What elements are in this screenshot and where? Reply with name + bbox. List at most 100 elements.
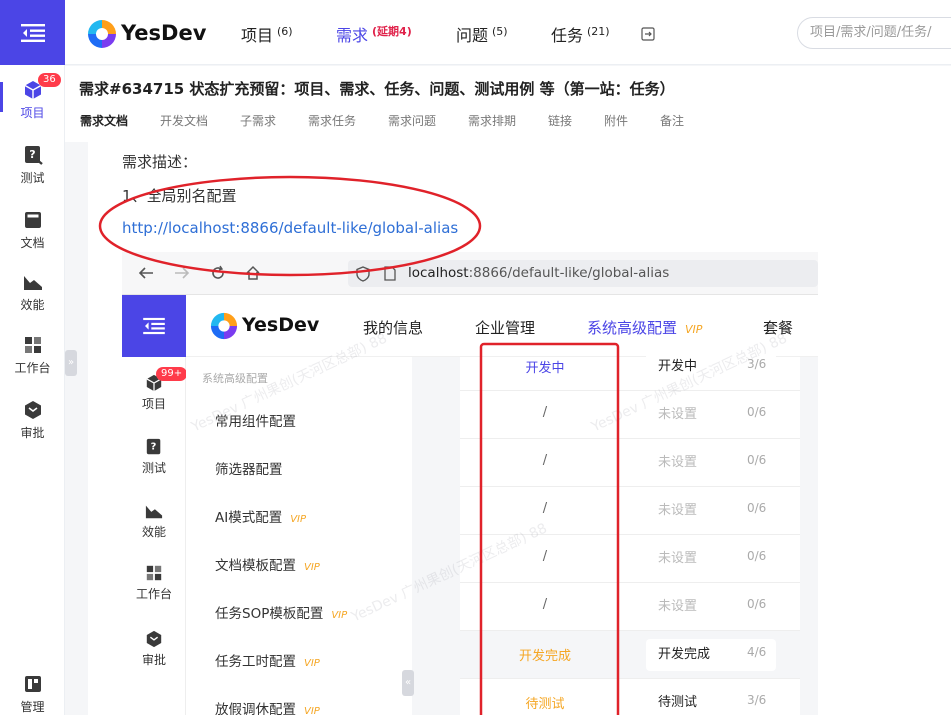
approve-icon: [146, 630, 162, 648]
url-host: localhost: [408, 265, 469, 281]
embedded-brand-name: YesDev: [242, 314, 320, 336]
sidebar-item-label: 工作台: [14, 361, 51, 375]
export-icon[interactable]: [641, 27, 655, 41]
tab-sub-requirement[interactable]: 子需求: [240, 112, 276, 129]
nav-count: (21): [587, 25, 610, 38]
sidebar-item-label: 文档: [20, 236, 45, 250]
sidebar-item-manage[interactable]: 管理: [0, 674, 65, 715]
chart-icon: [23, 276, 42, 290]
sidebar-item-document[interactable]: 文档: [0, 210, 65, 251]
svg-text:?: ?: [151, 442, 157, 453]
nav-label: 项目: [241, 26, 274, 45]
approve-icon: [24, 401, 41, 419]
embedded-nav-enterprise: 企业管理: [475, 319, 536, 337]
sidebar-item-test[interactable]: ? 测试: [0, 145, 65, 186]
nav-count: (延期4): [372, 25, 412, 38]
embedded-sidebar-item-project: 99+ 项目: [122, 367, 188, 412]
menu-item-label: 任务SOP模板配置: [215, 606, 324, 622]
tab-requirement-doc[interactable]: 需求文档: [80, 112, 128, 129]
nav-label: 问题: [456, 26, 489, 45]
doc-item-1: 1、全局别名配置: [122, 187, 237, 205]
table-row: / 未设置 0/6: [460, 487, 800, 535]
brand-name: YesDev: [121, 21, 207, 45]
tab-notes[interactable]: 备注: [660, 112, 684, 129]
menu-item: AI模式配置 VIP: [215, 506, 306, 526]
menu-toggle-button[interactable]: [0, 0, 65, 65]
menu-item-label: 放假调休配置: [215, 702, 296, 715]
nav-task[interactable]: 任务 (21): [551, 22, 610, 46]
chevron-right-icon: »: [67, 357, 75, 368]
tab-dev-doc[interactable]: 开发文档: [160, 112, 208, 129]
vip-badge: VIP: [304, 562, 320, 573]
menu-item: 任务SOP模板配置 VIP: [215, 602, 347, 622]
tab-requirement-task[interactable]: 需求任务: [308, 112, 356, 129]
embedded-sidebar-label: 效能: [141, 525, 166, 539]
tab-attachments[interactable]: 附件: [604, 112, 628, 129]
table-row: / 未设置 0/6: [460, 439, 800, 487]
doc-link[interactable]: http://localhost:8866/default-like/globa…: [122, 219, 458, 237]
nav-issue[interactable]: 问题 (5): [456, 22, 508, 46]
alias-count: 0/6: [747, 597, 767, 611]
embedded-sidebar-item-workbench: 工作台: [122, 564, 186, 602]
nav-requirement[interactable]: 需求 (延期4): [336, 22, 412, 46]
sidebar-item-workbench[interactable]: 工作台: [0, 335, 65, 376]
sidebar-item-approval[interactable]: 审批: [0, 400, 65, 441]
alias-count: 0/6: [747, 501, 767, 515]
embedded-sidebar-label: 审批: [141, 653, 166, 667]
yesdev-logo-icon: [88, 20, 116, 48]
table-row: 待测试 待测试 3/6: [460, 679, 800, 715]
sidebar-expand-handle[interactable]: »: [65, 350, 77, 376]
svg-text:?: ?: [29, 148, 35, 161]
sidebar-item-label: 项目: [20, 106, 45, 120]
sidebar-item-efficiency[interactable]: 效能: [0, 272, 65, 313]
tab-requirement-issue[interactable]: 需求问题: [388, 112, 436, 129]
embedded-gap: [412, 357, 460, 715]
embedded-sidebar-label: 项目: [141, 397, 166, 411]
yesdev-logo-icon: [210, 312, 238, 340]
menu-collapse-icon: [143, 317, 165, 335]
status-cell: /: [542, 597, 548, 612]
sidebar: 36 项目 ? 测试 文档 效能 工作台 审批 管理: [0, 0, 65, 715]
menu-item-label: 文档模板配置: [215, 558, 296, 574]
chart-icon: [145, 505, 163, 519]
embedded-nav-label: 系统高级配置: [587, 319, 678, 337]
table-row: 开发完成 开发完成 4/6: [460, 631, 800, 679]
nav-label: 需求: [336, 26, 369, 45]
sidebar-item-project-badge: 36: [38, 73, 61, 87]
forward-arrow-icon: [175, 267, 190, 279]
alias-count: 4/6: [747, 645, 767, 659]
sidebar-item-project[interactable]: 36 项目: [0, 73, 65, 121]
sidebar-item-label: 管理: [20, 700, 45, 714]
manage-icon: [24, 676, 41, 692]
reload-icon: [212, 265, 224, 279]
alias-count: 3/6: [747, 693, 767, 707]
doc-heading: 需求描述：: [122, 153, 198, 171]
tab-requirement-schedule[interactable]: 需求排期: [468, 112, 516, 129]
status-cell: 开发完成: [518, 649, 571, 664]
url-path: :8866/default-like/global-alias: [468, 265, 670, 281]
status-cell: 待测试: [525, 697, 565, 712]
chevron-left-icon: «: [404, 677, 412, 688]
menu-item-label: AI模式配置: [215, 510, 283, 526]
embedded-menu-toggle: [122, 295, 186, 357]
dashboard-icon: [146, 565, 162, 581]
nav-project[interactable]: 项目 (6): [241, 22, 293, 46]
nav-count: (5): [492, 25, 508, 38]
embedded-sidebar-item-efficiency: 效能: [122, 502, 186, 540]
status-cell: 开发中: [525, 361, 565, 376]
embedded-sidebar-item-approval: 审批: [122, 630, 186, 668]
vip-badge: VIP: [304, 706, 320, 715]
search-placeholder: 项目/需求/问题/任务/: [810, 25, 932, 40]
shield-icon: [356, 266, 370, 282]
embedded-sidebar-item-test: ? 测试: [122, 438, 186, 476]
address-bar: localhost:8866/default-like/global-alias: [348, 260, 818, 287]
vip-badge: VIP: [685, 323, 703, 336]
vip-badge: VIP: [304, 658, 320, 669]
global-search-input[interactable]: 项目/需求/问题/任务/: [797, 17, 951, 49]
document-icon: [24, 212, 41, 228]
sidebar-item-label: 效能: [20, 298, 45, 312]
tab-links[interactable]: 链接: [548, 112, 572, 129]
alias-count: 0/6: [747, 549, 767, 563]
back-arrow-icon: [138, 267, 153, 279]
nav-count: (6): [277, 25, 293, 38]
